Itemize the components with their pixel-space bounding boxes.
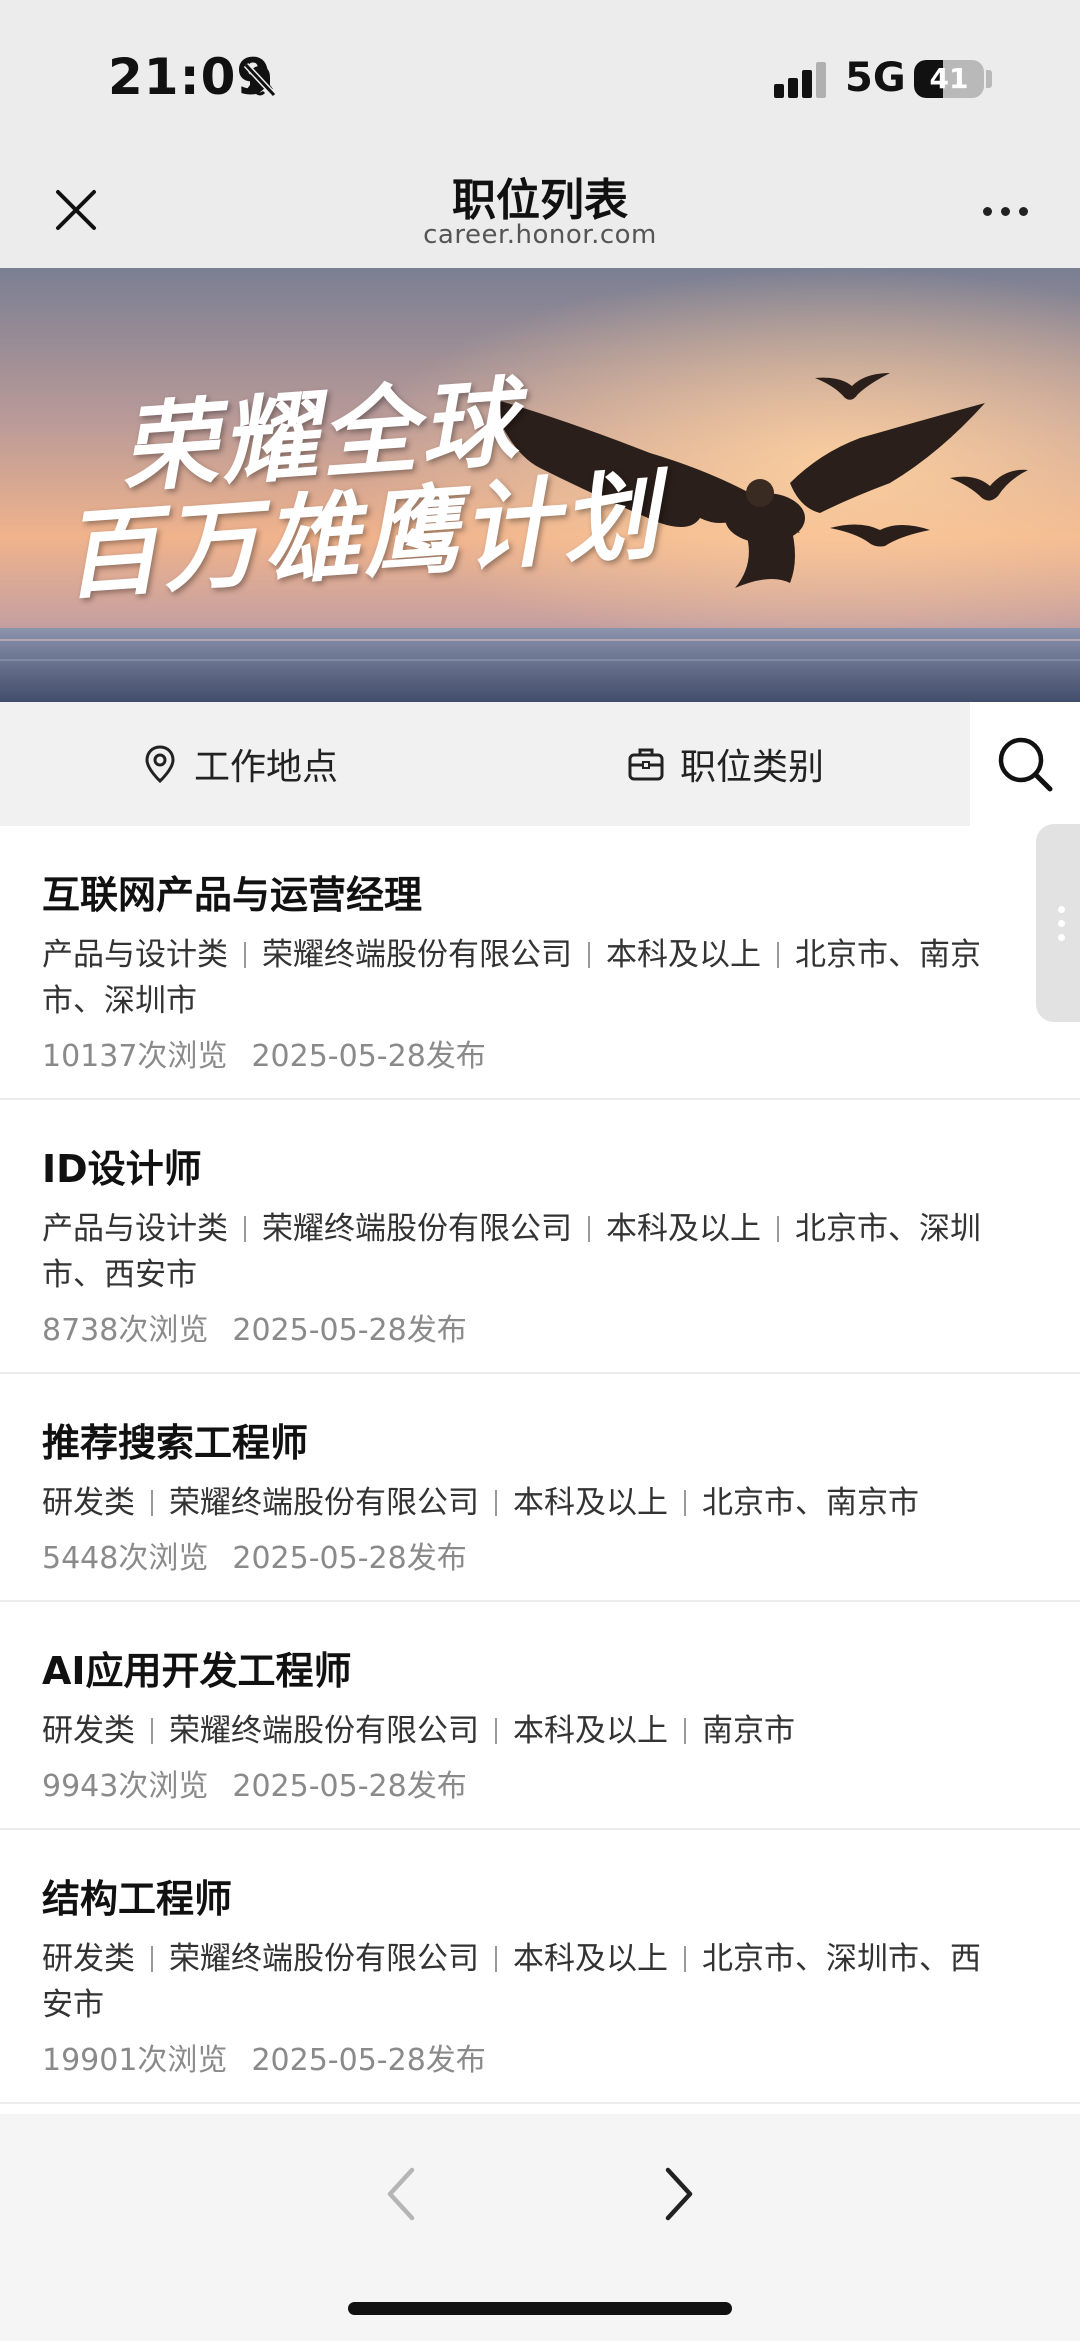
job-company: 荣耀终端股份有限公司 [262, 937, 572, 973]
job-title: 推荐搜索工程师 [42, 1421, 309, 1465]
search-icon [998, 737, 1053, 792]
meta-separator [777, 1216, 779, 1242]
job-meta: 研发类 荣耀终端股份有限公司 本科及以上 北京市、深圳市、西安市 [42, 1936, 1038, 2028]
side-drawer-handle[interactable] [1036, 824, 1080, 1022]
job-education: 本科及以上 [513, 1485, 668, 1521]
app-root: 21:09 5G 41 职位列表 career.honor.com 荣耀全球 百… [0, 0, 1080, 2341]
forward-button[interactable] [650, 2154, 710, 2234]
job-meta: 产品与设计类 荣耀终端股份有限公司 本科及以上 北京市、深圳市、西安市 [42, 1206, 1038, 1298]
job-list: 互联网产品与运营经理 产品与设计类 荣耀终端股份有限公司 本科及以上 北京市、南京市、… [0, 826, 1080, 2104]
job-stats: 8738次浏览 2025-05-28发布 [42, 1310, 1038, 1372]
job-education: 本科及以上 [513, 1941, 668, 1977]
job-item[interactable]: 互联网产品与运营经理 产品与设计类 荣耀终端股份有限公司 本科及以上 北京市、南京市、… [0, 826, 1080, 1100]
meta-separator [684, 1946, 686, 1972]
job-meta: 产品与设计类 荣耀终端股份有限公司 本科及以上 北京市、南京市、深圳市 [42, 932, 1038, 1024]
job-item[interactable]: 推荐搜索工程师 研发类 荣耀终端股份有限公司 本科及以上 北京市、南京市 5448次浏… [0, 1374, 1080, 1602]
job-views: 19901次浏览 [42, 2043, 228, 2078]
job-published: 2025-05-28发布 [251, 1039, 486, 1074]
job-stats: 19901次浏览 2025-05-28发布 [42, 2040, 1038, 2102]
location-pin-icon [145, 745, 175, 784]
job-education: 本科及以上 [606, 937, 761, 973]
job-company: 荣耀终端股份有限公司 [169, 1941, 479, 1977]
more-icon-dot [1000, 206, 1010, 216]
page-title: 职位列表 [452, 175, 628, 226]
meta-separator [151, 1490, 153, 1516]
handle-dot [1057, 933, 1065, 941]
job-education: 本科及以上 [606, 1211, 761, 1247]
meta-separator [588, 942, 590, 968]
status-bar: 21:09 5G 41 [0, 0, 1080, 150]
chevron-right-icon [665, 2167, 693, 2221]
meta-separator [151, 1718, 153, 1744]
job-stats: 5448次浏览 2025-05-28发布 [42, 1538, 1038, 1600]
job-title: 结构工程师 [42, 1877, 233, 1921]
job-company: 荣耀终端股份有限公司 [169, 1713, 479, 1749]
job-title: AI应用开发工程师 [42, 1649, 352, 1693]
home-indicator[interactable] [348, 2302, 732, 2315]
job-category: 研发类 [42, 1713, 135, 1749]
job-published: 2025-05-28发布 [232, 1769, 467, 1804]
title-bar: 职位列表 career.honor.com [0, 150, 1080, 268]
job-stats: 10137次浏览 2025-05-28发布 [42, 1036, 1038, 1098]
job-item[interactable]: ID设计师 产品与设计类 荣耀终端股份有限公司 本科及以上 北京市、深圳市、西安市 8… [0, 1100, 1080, 1374]
job-category: 产品与设计类 [42, 1211, 228, 1247]
job-published: 2025-05-28发布 [232, 1541, 467, 1576]
job-company: 荣耀终端股份有限公司 [262, 1211, 572, 1247]
hero-banner[interactable]: 荣耀全球 百万雄鹰计划 [0, 268, 1080, 702]
job-item[interactable]: 结构工程师 研发类 荣耀终端股份有限公司 本科及以上 北京市、深圳市、西安市 1990… [0, 1830, 1080, 2104]
filter-bar: 工作地点 职位类别 [0, 702, 1080, 826]
job-published: 2025-05-28发布 [251, 2043, 486, 2078]
battery-level: 41 [929, 62, 969, 95]
job-category: 产品与设计类 [42, 937, 228, 973]
chevron-left-icon [387, 2167, 415, 2221]
job-locations: 南京市 [702, 1713, 795, 1749]
meta-separator [244, 1216, 246, 1242]
filter-category-label: 职位类别 [680, 747, 825, 788]
handle-dot [1057, 905, 1065, 913]
meta-separator [495, 1946, 497, 1972]
filter-location-label: 工作地点 [194, 747, 339, 788]
job-views: 10137次浏览 [42, 1039, 228, 1074]
meta-separator [684, 1490, 686, 1516]
job-locations: 北京市、南京市 [702, 1485, 919, 1521]
battery-tip [986, 70, 992, 88]
meta-separator [777, 942, 779, 968]
network-type: 5G [845, 55, 906, 101]
job-item[interactable]: AI应用开发工程师 研发类 荣耀终端股份有限公司 本科及以上 南京市 9943次浏览 2… [0, 1602, 1080, 1830]
meta-separator [684, 1718, 686, 1744]
handle-dot [1057, 919, 1065, 927]
job-views: 5448次浏览 [42, 1541, 209, 1576]
back-button[interactable] [370, 2154, 430, 2234]
filter-location[interactable]: 工作地点 [140, 702, 338, 826]
job-education: 本科及以上 [513, 1713, 668, 1749]
battery-icon: 41 [914, 60, 984, 98]
meta-separator [495, 1490, 497, 1516]
more-icon-dot [982, 206, 992, 216]
search-button[interactable] [970, 702, 1080, 826]
job-company: 荣耀终端股份有限公司 [169, 1485, 479, 1521]
job-category: 研发类 [42, 1485, 135, 1521]
job-meta: 研发类 荣耀终端股份有限公司 本科及以上 南京市 [42, 1708, 1038, 1754]
meta-separator [495, 1718, 497, 1744]
job-category: 研发类 [42, 1941, 135, 1977]
briefcase-icon [628, 748, 664, 781]
job-published: 2025-05-28发布 [232, 1313, 467, 1348]
job-title: 互联网产品与运营经理 [42, 873, 423, 917]
meta-separator [588, 1216, 590, 1242]
signal-icon [774, 62, 826, 98]
meta-separator [244, 942, 246, 968]
job-views: 9943次浏览 [42, 1769, 209, 1804]
more-button[interactable] [970, 186, 1040, 236]
job-title: ID设计师 [42, 1147, 202, 1191]
job-meta: 研发类 荣耀终端股份有限公司 本科及以上 北京市、南京市 [42, 1480, 1038, 1526]
job-stats: 9943次浏览 2025-05-28发布 [42, 1766, 1038, 1828]
meta-separator [151, 1946, 153, 1972]
job-views: 8738次浏览 [42, 1313, 209, 1348]
bell-muted-icon [243, 62, 277, 98]
filter-category[interactable]: 职位类别 [626, 702, 824, 826]
more-icon-dot [1018, 206, 1028, 216]
page-domain: career.honor.com [423, 220, 657, 250]
